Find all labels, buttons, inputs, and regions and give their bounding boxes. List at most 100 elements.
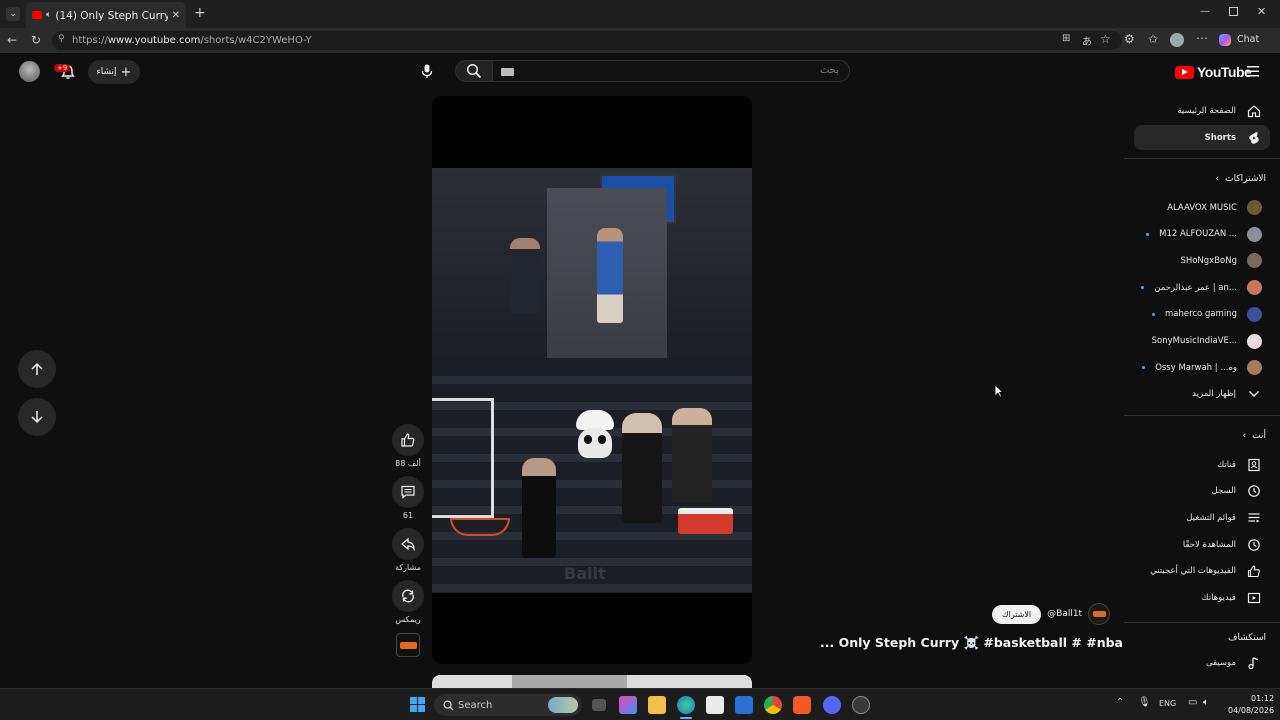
close-tab-icon[interactable]: ✕ [172, 10, 180, 21]
copilot-icon[interactable] [1219, 34, 1231, 46]
extensions-icon[interactable]: ⚙ [1124, 32, 1135, 46]
show-more-button[interactable]: إظهار المزيد [1134, 381, 1270, 406]
tray-overflow-chevron-icon[interactable]: ⌃ [1116, 697, 1124, 708]
next-video-preview[interactable] [432, 675, 752, 688]
sidebar-item-shorts[interactable]: Shorts [1134, 125, 1270, 150]
channel-row: الاشتراك @Ball1t [992, 603, 1111, 625]
favorite-star-icon[interactable]: ☆ [1100, 32, 1111, 46]
chrome-icon[interactable] [764, 696, 782, 714]
skull-emoji-overlay [572, 410, 618, 468]
sidebar-item-playlists[interactable]: قوائم التشغيل [1134, 505, 1270, 530]
voice-search-mic-icon[interactable] [419, 63, 435, 79]
store-icon[interactable] [706, 696, 724, 714]
sidebar: الصفحة الرئيسية Shorts ‹ الاشتراكات ALAAV… [1124, 93, 1280, 693]
previous-video-button[interactable] [18, 350, 56, 388]
sidebar-item-label: قوائم التشغيل [1186, 512, 1236, 523]
subscription-item[interactable]: عمر عبدالرحمن | an... [1134, 275, 1270, 300]
microphone-tray-icon[interactable]: 🎙︎ [1138, 697, 1151, 708]
edge-browser-icon[interactable] [677, 696, 695, 714]
network-icon[interactable]: ▭ [1188, 697, 1197, 708]
subscription-item[interactable]: SHoNgxBoNg [1134, 248, 1270, 273]
windows-start-icon[interactable] [410, 697, 426, 713]
back-icon[interactable]: ← [7, 33, 17, 47]
chevron-down-icon [1246, 386, 1262, 402]
subscription-item[interactable]: ALAAVOX MUSIC [1134, 195, 1270, 220]
file-explorer-icon[interactable] [648, 696, 666, 714]
sidebar-divider [1124, 415, 1280, 416]
subscription-item[interactable]: maherco gaming [1134, 302, 1270, 327]
sidebar-item-label: موسيقى [1205, 657, 1236, 668]
sidebar-item-thumbs-up[interactable]: الفيديوهات التي أعجبتني [1134, 559, 1270, 584]
channel-avatar [1247, 333, 1262, 349]
volume-icon[interactable]: 🔈︎ [1203, 697, 1209, 708]
more-menu-icon[interactable]: ⋯ [1196, 31, 1208, 45]
subscribe-button[interactable]: الاشتراك [992, 604, 1042, 624]
sidebar-item-label: فيديوهاتك [1201, 593, 1236, 603]
next-video-button[interactable] [18, 398, 56, 436]
discord-icon[interactable] [823, 696, 841, 714]
translate-icon[interactable]: あ [1082, 33, 1092, 48]
channel-avatar-small[interactable] [396, 633, 420, 657]
video-title[interactable]: ... Only Steph Curry ☠️ #basketball # #n… [820, 635, 1123, 651]
search-button[interactable] [455, 60, 493, 82]
basketball-hoop [432, 398, 494, 518]
channel-handle[interactable]: @Ball1t [1047, 609, 1082, 619]
restore-button[interactable] [1229, 7, 1238, 16]
app-available-icon[interactable]: ⊞ [1062, 33, 1070, 44]
plus-icon: + [120, 64, 132, 80]
sidebar-item-home[interactable]: الصفحة الرئيسية [1134, 98, 1270, 123]
create-label: إنشاء [96, 67, 117, 77]
subscriptions-header[interactable]: ‹ الاشتراكات [1134, 174, 1268, 184]
arrow-down-icon [31, 411, 43, 424]
you-header[interactable]: ‹ أنت [1134, 431, 1268, 441]
favorites-icon[interactable]: ✩ [1148, 32, 1158, 46]
account-avatar[interactable] [19, 61, 40, 82]
like-button[interactable] [392, 424, 424, 456]
sidebar-item-channel[interactable]: قناتك [1134, 452, 1270, 477]
browser-tab-bar: ⌄ 🔈︎ (14) Only Steph Curry ☠️ # ✕ + — ✕ [0, 0, 1280, 28]
tab-list-chevron-icon[interactable]: ⌄ [6, 7, 20, 21]
playlists-icon [1246, 510, 1262, 526]
mail-icon[interactable] [735, 696, 753, 714]
search-input[interactable]: بحث [492, 60, 850, 82]
sidebar-item-watch-later[interactable]: المشاهدة لاحقًا [1134, 532, 1270, 557]
chevron-left-icon: ‹ [1215, 174, 1220, 184]
taskbar-clock[interactable]: 01:12 04/08/2026 [1228, 693, 1274, 717]
remix-icon [402, 589, 414, 603]
chat-label[interactable]: Chat [1237, 34, 1259, 45]
url-field[interactable]: ⚲ https://www.youtube.com/shorts/w4C2YWe… [52, 31, 1122, 50]
app-icon[interactable] [852, 696, 870, 714]
taskbar-search[interactable]: Search [434, 694, 582, 716]
youtube-logo[interactable]: YouTube [1175, 64, 1252, 80]
crowd-figure [522, 458, 556, 558]
sidebar-item-history[interactable]: السجل [1134, 479, 1270, 504]
subscription-name: SonyMusicIndiaVE... [1151, 336, 1237, 346]
close-window-button[interactable]: ✕ [1257, 5, 1266, 18]
sidebar-item-your-videos[interactable]: فيديوهاتك [1134, 586, 1270, 611]
profile-avatar-icon[interactable] [1170, 33, 1184, 47]
speaker-icon[interactable]: 🔈︎ [46, 10, 51, 20]
subscription-item[interactable]: M12 ALFOUZAN ... [1134, 222, 1270, 247]
share-button[interactable] [392, 528, 424, 560]
m365-app-icon[interactable] [619, 696, 637, 714]
keyboard-icon[interactable] [501, 68, 514, 76]
create-button[interactable]: إنشاء + [88, 60, 140, 84]
new-tab-button[interactable]: + [194, 5, 206, 21]
task-view-icon[interactable] [592, 699, 606, 711]
brave-icon[interactable] [793, 696, 811, 714]
subscription-name: ALAAVOX MUSIC [1167, 202, 1237, 213]
shorts-video-player[interactable]: Ballt [432, 96, 752, 664]
hamburger-menu-icon[interactable] [1247, 66, 1259, 77]
channel-avatar[interactable] [1088, 603, 1111, 625]
language-indicator[interactable]: ENG [1159, 699, 1176, 708]
subscription-item[interactable]: Ossy Marwah | ...وه [1134, 355, 1270, 380]
you-header-label: أنت [1252, 431, 1266, 441]
sidebar-item-music[interactable]: موسيقى [1134, 650, 1270, 675]
minimize-button[interactable]: — [1200, 6, 1210, 17]
browser-tab-active[interactable]: 🔈︎ (14) Only Steph Curry ☠️ # ✕ [26, 2, 186, 28]
video-frame: Ballt [432, 168, 752, 593]
subscription-item[interactable]: SonyMusicIndiaVE... [1134, 329, 1270, 354]
comments-button[interactable] [392, 476, 424, 508]
remix-button[interactable] [392, 580, 424, 612]
refresh-icon[interactable]: ↻ [31, 33, 41, 47]
